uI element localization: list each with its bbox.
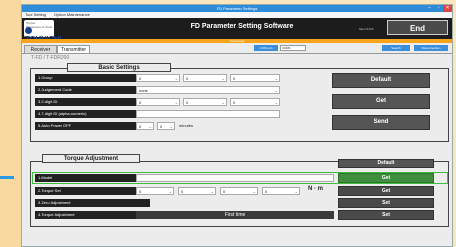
close-icon[interactable]: ✕ xyxy=(443,5,452,12)
version-label: Ver.1.0.0.0 xyxy=(359,27,374,31)
app-title: FD Parameter Setting Software xyxy=(190,23,294,30)
end-button[interactable]: End xyxy=(387,20,448,35)
basic-settings-title: Basic Settings xyxy=(67,63,171,72)
torque-adjustment-set-button[interactable]: Set xyxy=(338,210,434,220)
torque-set-label: 2.Torque Set xyxy=(35,187,150,195)
blue-marker xyxy=(0,176,14,179)
disconnect-button[interactable]: Disconnection xyxy=(414,45,448,51)
model-label: T-FD / T-FDR200 xyxy=(31,55,70,61)
group-select-1[interactable]: 0 ⌄ xyxy=(136,74,180,82)
zero-adjustment-set-button[interactable]: Set xyxy=(338,198,434,208)
auto-power-off-select-1[interactable]: 0 ⌄ xyxy=(136,122,154,130)
basic-send-button[interactable]: Send xyxy=(332,115,430,130)
com-port-button[interactable]: COM port xyxy=(254,45,278,51)
window-title: FD Parameter Settings xyxy=(216,6,258,11)
minimize-icon[interactable]: – xyxy=(425,5,434,12)
basic-default-button[interactable]: Default xyxy=(332,73,430,88)
two-digit-id-select-2[interactable]: 0 ⌄ xyxy=(183,98,227,106)
menu-tool-setting[interactable]: Tool Setting xyxy=(25,12,46,17)
torque-default-button[interactable]: Default xyxy=(338,159,434,168)
group-select-3[interactable]: 0 ⌄ xyxy=(230,74,280,82)
torque-unit: N · m xyxy=(308,186,323,192)
two-digit-id-select-1[interactable]: 0 ⌄ xyxy=(136,98,180,106)
torque-adjustment-status: First time xyxy=(136,211,334,219)
torque-set-select-4[interactable]: 0 ⌄ xyxy=(262,187,300,195)
model-get-button[interactable]: Get xyxy=(338,173,434,183)
search-button[interactable]: Search xyxy=(382,45,410,51)
torque-set-get-button[interactable]: Get xyxy=(338,186,434,196)
tab-transmitter[interactable]: Transmitter xyxy=(57,45,90,53)
com-port-select[interactable]: COM1 xyxy=(280,45,306,51)
torque-adjustment-title: Torque Adjustment xyxy=(42,154,140,163)
background-left-strip xyxy=(0,0,21,247)
group-label: 1.Group xyxy=(35,74,150,82)
torque-adjustment-label: 4.Torque Adjustment xyxy=(35,211,150,219)
seven-digit-id-label: 4.7-digit ID (alpha-numeric) xyxy=(35,110,150,118)
model-input[interactable] xyxy=(136,174,334,182)
tohnichi-logo: Torque Measurement Tools TOHNICHI xyxy=(24,20,61,44)
logo-mark-icon xyxy=(25,27,32,34)
menu-option-maintenance[interactable]: Option Maintenance xyxy=(54,12,90,17)
connection-status-bar: Connected xyxy=(22,39,452,43)
app-window: FD Parameter Settings – ▫ ✕ Tool Setting… xyxy=(21,4,453,247)
window-titlebar: FD Parameter Settings xyxy=(22,5,452,12)
auto-power-off-unit: minutes xyxy=(179,123,194,128)
judgement-code-select[interactable]: none ⌄ xyxy=(136,86,280,94)
connection-status-text: Connected xyxy=(229,39,245,43)
tab-row: Receiver Transmitter COM port COM1 Searc… xyxy=(22,44,452,54)
auto-power-off-select-2[interactable]: 0 ⌄ xyxy=(157,122,175,130)
two-digit-id-select-3[interactable]: 0 ⌄ xyxy=(230,98,280,106)
model-label-row: 1.Model xyxy=(35,174,150,182)
torque-set-select-1[interactable]: 0 ⌄ xyxy=(136,187,174,195)
seven-digit-id-input[interactable] xyxy=(136,110,280,118)
tab-receiver[interactable]: Receiver xyxy=(24,45,57,53)
judgement-code-label: 2.Judgement Code xyxy=(35,86,150,94)
basic-get-button[interactable]: Get xyxy=(332,94,430,109)
maximize-icon[interactable]: ▫ xyxy=(434,5,443,12)
app-header: Torque Measurement Tools TOHNICHI FD Par… xyxy=(22,18,452,44)
zero-adjustment-label: 3.Zero Adjustment xyxy=(35,199,150,207)
two-digit-id-label: 3.2-digit ID xyxy=(35,98,150,106)
torque-set-select-3[interactable]: 0 ⌄ xyxy=(220,187,258,195)
auto-power-off-label: 5.Auto Power OFF xyxy=(35,122,150,130)
torque-set-select-2[interactable]: 0 ⌄ xyxy=(178,187,216,195)
group-select-2[interactable]: 0 ⌄ xyxy=(183,74,227,82)
